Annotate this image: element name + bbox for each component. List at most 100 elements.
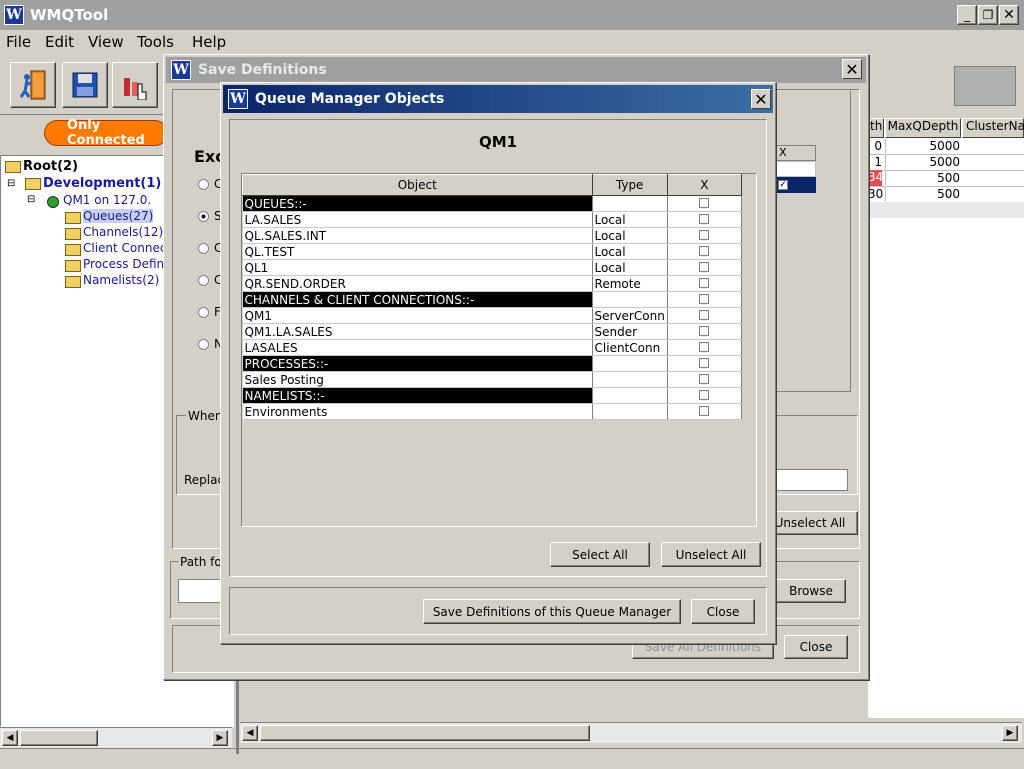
object-row[interactable]: QM1.LA.SALES Sender (242, 323, 743, 340)
collapse-icon[interactable]: ⊟ (7, 178, 15, 189)
object-row[interactable]: Environments (242, 403, 743, 420)
select-checkbox[interactable] (698, 198, 709, 208)
column-header-type[interactable]: Type (591, 174, 668, 196)
tree-item-channels[interactable]: Channels(12) (83, 225, 163, 239)
select-checkbox[interactable] (698, 246, 709, 256)
browse-button[interactable]: Browse (776, 579, 846, 603)
tree-item-namelists[interactable]: Namelists(2) (83, 273, 159, 287)
select-all-button[interactable]: Select All (550, 542, 650, 567)
objects-table-frame: Object Type X QUEUES::- LA.SALES Local QL.S… (241, 173, 757, 527)
object-row[interactable]: QL.SALES.INT Local (242, 227, 743, 244)
object-row[interactable]: QL.TEST Local (242, 243, 743, 260)
menu-view[interactable]: View (88, 33, 124, 51)
menu-help[interactable]: Help (192, 33, 226, 51)
main-horizontal-scrollbar[interactable]: ◀ ▶ (240, 722, 1022, 743)
select-checkbox[interactable] (698, 230, 709, 240)
qm-name-heading: QM1 (478, 133, 518, 151)
column-header[interactable]: th (868, 118, 884, 138)
menu-edit[interactable]: Edit (45, 33, 74, 51)
object-row[interactable]: QM1 ServerConn (242, 307, 743, 324)
radio-option[interactable] (198, 307, 209, 318)
tree-item-client-connections[interactable]: Client Connect (83, 241, 171, 255)
tree-group-development[interactable]: Development(1) (43, 176, 161, 191)
object-row[interactable]: Sales Posting (242, 371, 743, 388)
category-row[interactable]: QUEUES::- (242, 195, 743, 212)
collapse-icon[interactable]: ⊟ (27, 194, 35, 205)
scroll-left-button[interactable]: ◀ (2, 730, 18, 746)
report-button[interactable] (112, 62, 158, 108)
close-icon[interactable]: ✕ (751, 89, 771, 109)
restore-button[interactable]: ❐ (978, 5, 998, 25)
object-row[interactable]: QL1 Local (242, 259, 743, 276)
select-checkbox[interactable] (698, 294, 709, 304)
connected-filter-button[interactable]: Only Connected (44, 118, 168, 148)
table-row[interactable]: 30 500 (868, 186, 1024, 203)
object-row[interactable]: LASALES ClientConn (242, 339, 743, 356)
radio-option[interactable] (198, 243, 209, 254)
select-checkbox[interactable] (698, 326, 709, 336)
menu-tools[interactable]: Tools (137, 33, 174, 51)
select-checkbox[interactable] (698, 310, 709, 320)
select-checkbox[interactable] (698, 342, 709, 352)
checkbox-checked[interactable]: ✓ (778, 180, 788, 190)
tree-root[interactable]: Root(2) (23, 159, 78, 174)
select-checkbox[interactable] (698, 374, 709, 384)
radio-option[interactable] (198, 339, 209, 350)
bar-chart-hand-icon (124, 78, 147, 100)
exit-button[interactable] (10, 62, 56, 108)
column-header-x[interactable]: X (666, 174, 743, 196)
column-header[interactable]: MaxQDepth (885, 118, 961, 138)
select-checkbox[interactable] (698, 358, 709, 368)
object-type-cell (592, 195, 668, 212)
replace-field[interactable] (776, 469, 848, 491)
scroll-right-button[interactable]: ▶ (212, 730, 228, 746)
radio-option[interactable] (198, 275, 209, 286)
table-row[interactable]: 1 5000 (868, 154, 1024, 171)
object-name-cell: LA.SALES (242, 211, 593, 228)
category-row[interactable]: NAMELISTS::- (242, 387, 743, 404)
radio-option[interactable] (198, 179, 209, 190)
object-type-cell (592, 371, 668, 388)
table-row[interactable]: 34 500 (868, 170, 1024, 187)
exit-door-icon (19, 70, 46, 100)
save-button[interactable] (62, 62, 108, 108)
tree-qmgr[interactable]: QM1 on 127.0. (63, 193, 151, 207)
select-checkbox[interactable] (698, 406, 709, 416)
select-checkbox[interactable] (698, 278, 709, 288)
category-row[interactable]: PROCESSES::- (242, 355, 743, 372)
object-row[interactable]: LA.SALES Local (242, 211, 743, 228)
scroll-right-button[interactable]: ▶ (1002, 725, 1018, 741)
tree-horizontal-scrollbar[interactable]: ◀ ▶ (0, 727, 232, 748)
folder-icon (65, 228, 81, 240)
close-icon[interactable]: ✕ (842, 59, 862, 79)
table-row[interactable]: 0 5000 (868, 138, 1024, 155)
close-window-button[interactable]: ✕ (999, 5, 1019, 25)
unselect-all-button-bg[interactable]: Unselect All (762, 511, 858, 535)
minimize-button[interactable]: _ (957, 5, 977, 25)
column-header-object[interactable]: Object (242, 174, 593, 196)
tree-item-queues[interactable]: Queues(27) (83, 209, 154, 223)
qm-dialog-close-button[interactable]: Close (691, 599, 755, 624)
cell-depth: 30 (868, 187, 884, 201)
object-name-cell: CHANNELS & CLIENT CONNECTIONS::- (242, 291, 593, 308)
unselect-all-button[interactable]: Unselect All (661, 542, 761, 567)
scroll-thumb[interactable] (260, 725, 590, 741)
category-row[interactable]: CHANNELS & CLIENT CONNECTIONS::- (242, 291, 743, 308)
object-row[interactable]: QR.SEND.ORDER Remote (242, 275, 743, 292)
dialog-logo-icon: W (171, 60, 191, 80)
folder-icon (65, 276, 81, 288)
scroll-thumb[interactable] (20, 730, 98, 746)
menu-file[interactable]: File (6, 33, 31, 51)
select-checkbox[interactable] (698, 214, 709, 224)
save-dialog-close-button[interactable]: Close (784, 635, 848, 659)
x-column-header[interactable]: X (774, 145, 816, 161)
scroll-left-button[interactable]: ◀ (242, 725, 258, 741)
save-qm-definitions-button[interactable]: Save Definitions of this Queue Manager (423, 599, 681, 624)
tree-item-process-definitions[interactable]: Process Defin (83, 257, 164, 271)
select-checkbox[interactable] (698, 390, 709, 400)
column-header[interactable]: ClusterNa (962, 118, 1024, 138)
replace-label: Replac (184, 473, 225, 487)
select-checkbox[interactable] (698, 262, 709, 272)
x-cell-selected[interactable]: ✓ (774, 177, 816, 193)
radio-option-selected[interactable] (198, 211, 209, 222)
